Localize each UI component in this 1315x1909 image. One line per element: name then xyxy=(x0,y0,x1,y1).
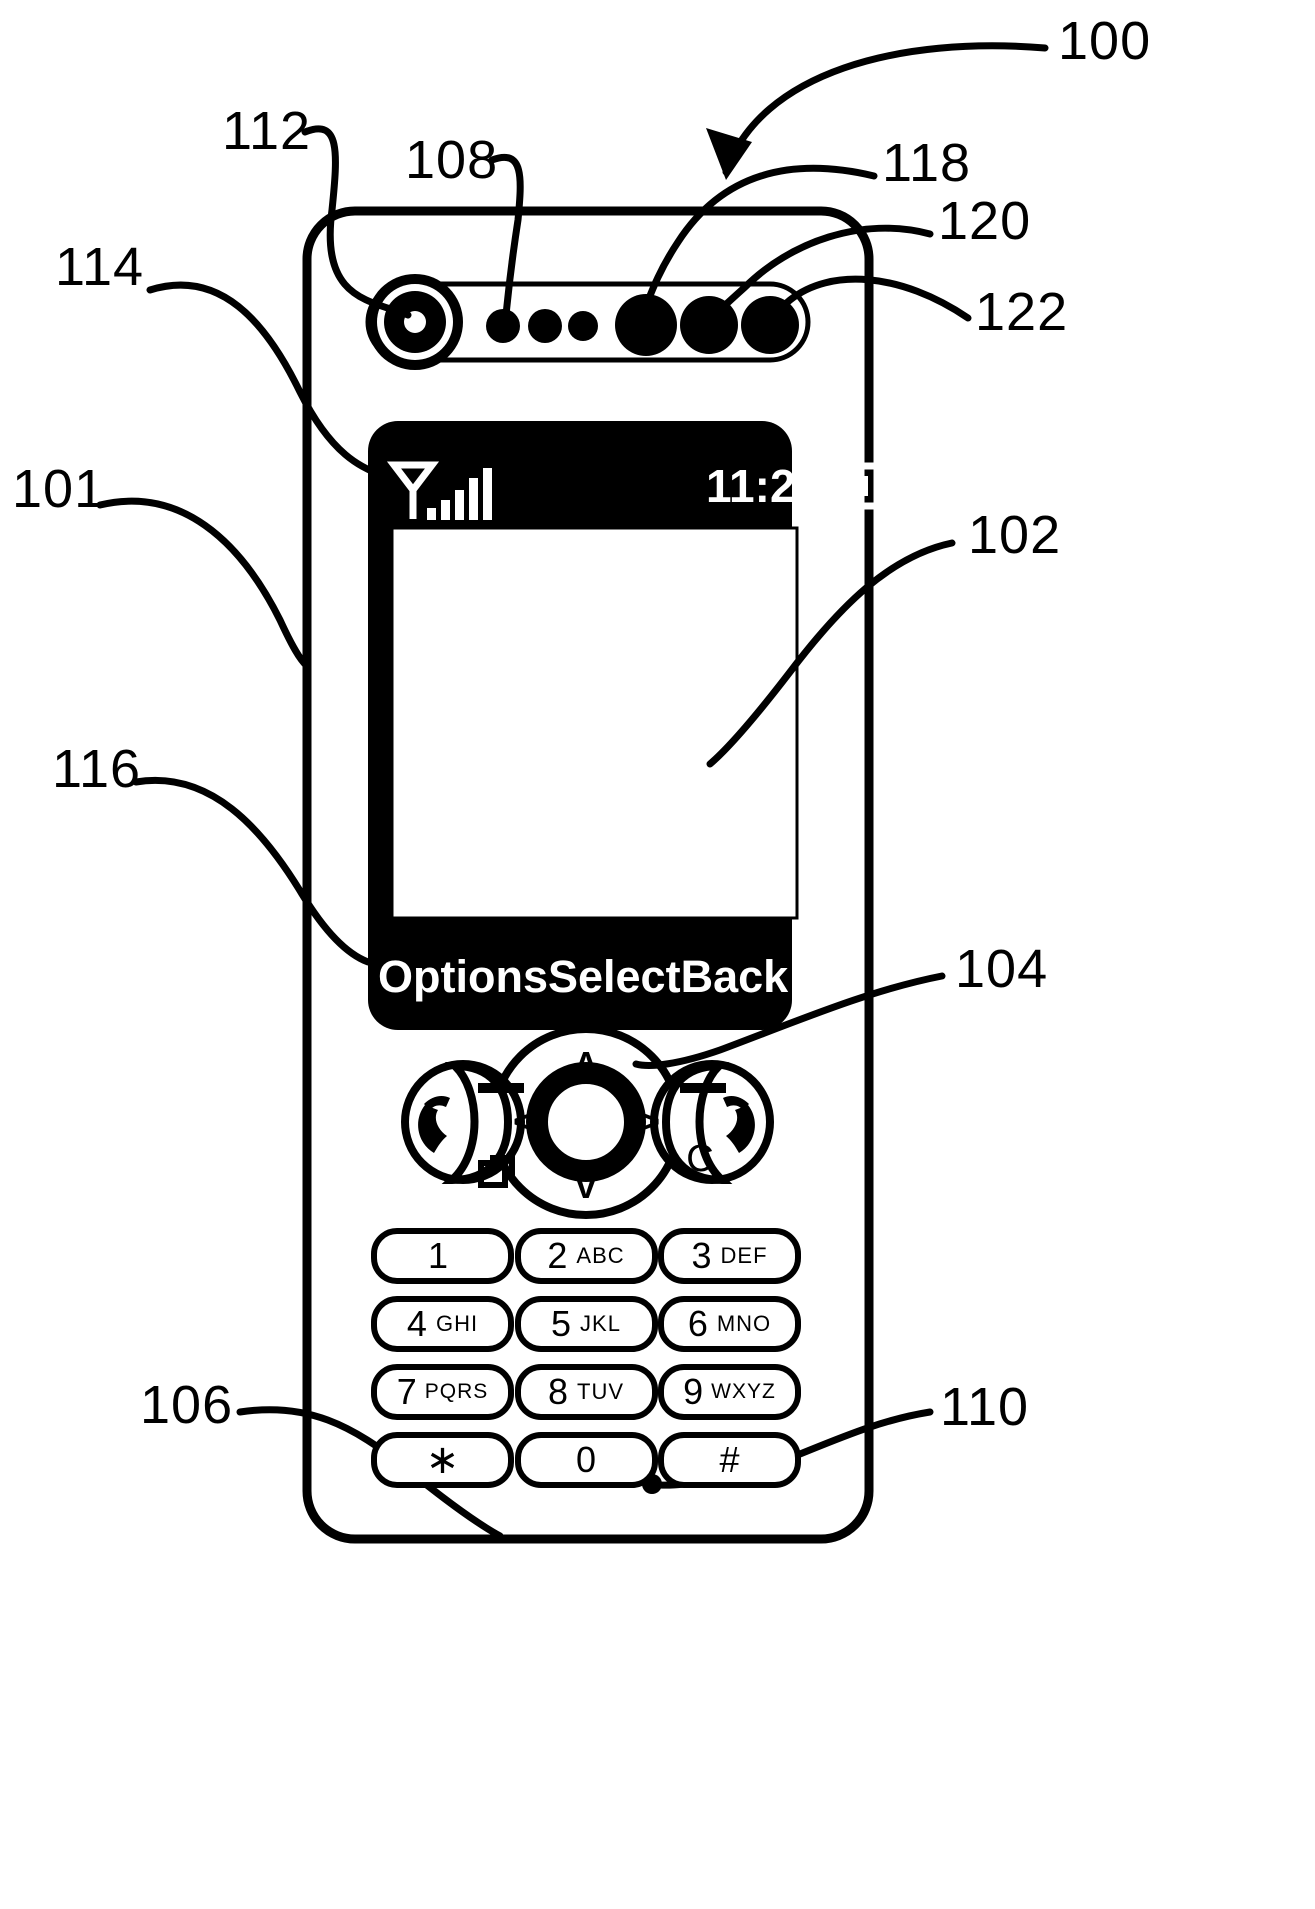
reference-numeral: 116 xyxy=(52,739,142,799)
reference-numeral: 102 xyxy=(968,505,1062,565)
reference-numeral: 114 xyxy=(55,237,145,297)
leader-101 xyxy=(96,497,311,670)
patent-figure: 11:27 Options Select Back ʌ ᴠ < > C 1 2 … xyxy=(0,0,1315,1909)
key-1[interactable]: 1 xyxy=(371,1228,514,1284)
key-6[interactable]: 6 MNO xyxy=(658,1296,801,1352)
key-5[interactable]: 5 JKL xyxy=(514,1296,658,1352)
keypad: 1 2 ABC 3 DEF 4 GHI 5 JKL 6 MNO 7 PQRS 8… xyxy=(371,1228,801,1488)
reference-numeral: 112 xyxy=(222,101,312,161)
key-letters: JKL xyxy=(580,1311,621,1336)
softkey-options[interactable]: Options xyxy=(378,951,548,1003)
reference-numeral: 106 xyxy=(140,1375,234,1435)
key-hash[interactable]: # xyxy=(658,1432,801,1488)
key-0[interactable]: 0 xyxy=(514,1432,658,1488)
key-7[interactable]: 7 PQRS xyxy=(371,1364,514,1420)
nav-left-arrow[interactable]: < xyxy=(505,1103,541,1142)
indicator-light-3 xyxy=(741,296,799,354)
softkey-select[interactable]: Select xyxy=(548,951,681,1003)
reference-numeral: 120 xyxy=(938,191,1032,251)
reference-numeral: 104 xyxy=(955,939,1049,999)
key-digit: 9 xyxy=(683,1371,704,1412)
softkey-back[interactable]: Back xyxy=(681,951,789,1003)
key-digit: 2 xyxy=(547,1235,568,1276)
reference-numeral: 110 xyxy=(940,1377,1030,1437)
nav-down-arrow[interactable]: ᴠ xyxy=(566,1168,606,1207)
key-digit: 7 xyxy=(396,1371,417,1412)
key-digit: 1 xyxy=(427,1235,449,1276)
key-letters: ABC xyxy=(576,1243,625,1268)
reference-numeral: 118 xyxy=(882,133,972,193)
nav-up-arrow[interactable]: ʌ xyxy=(566,1040,606,1079)
display-screen xyxy=(390,526,799,920)
key-digit: 4 xyxy=(406,1303,427,1344)
nav-right-arrow[interactable]: > xyxy=(632,1103,668,1142)
key-letters: WXYZ xyxy=(711,1380,776,1403)
key-digit: ∗ xyxy=(425,1438,460,1482)
key-star[interactable]: ∗ xyxy=(371,1432,514,1488)
reference-numeral: 122 xyxy=(975,282,1069,342)
softkey-bar: Options Select Back xyxy=(378,940,788,1014)
key-2[interactable]: 2 ABC xyxy=(514,1228,658,1284)
reference-numeral: 100 xyxy=(1058,11,1152,71)
key-letters: DEF xyxy=(720,1243,768,1268)
key-9[interactable]: 9 WXYZ xyxy=(658,1364,801,1420)
key-letters: MNO xyxy=(716,1311,772,1336)
clear-key-label[interactable]: C xyxy=(680,1138,720,1181)
key-3[interactable]: 3 DEF xyxy=(658,1228,801,1284)
key-digit: 8 xyxy=(547,1371,569,1412)
key-8[interactable]: 8 TUV xyxy=(514,1364,658,1420)
key-letters: GHI xyxy=(435,1311,479,1336)
keypad-row: 4 GHI 5 JKL 6 MNO xyxy=(371,1296,801,1352)
key-digit: 6 xyxy=(687,1303,708,1344)
reference-numeral: 108 xyxy=(405,130,499,190)
key-letters: TUV xyxy=(577,1379,625,1404)
status-bar-time: 11:27 xyxy=(706,460,822,512)
camera-lens-icon xyxy=(367,274,463,370)
key-digit: 5 xyxy=(551,1303,572,1344)
navigation-center-button[interactable] xyxy=(526,1062,646,1182)
key-digit: # xyxy=(719,1439,740,1480)
key-4[interactable]: 4 GHI xyxy=(371,1296,514,1352)
key-digit: 3 xyxy=(691,1235,712,1276)
key-letters: PQRS xyxy=(424,1380,489,1403)
key-digit: 0 xyxy=(575,1439,597,1480)
keypad-row: 7 PQRS 8 TUV 9 WXYZ xyxy=(371,1364,801,1420)
keypad-row: 1 2 ABC 3 DEF xyxy=(371,1228,801,1284)
keypad-row: ∗ 0 # xyxy=(371,1432,801,1488)
reference-numeral: 101 xyxy=(12,459,106,519)
